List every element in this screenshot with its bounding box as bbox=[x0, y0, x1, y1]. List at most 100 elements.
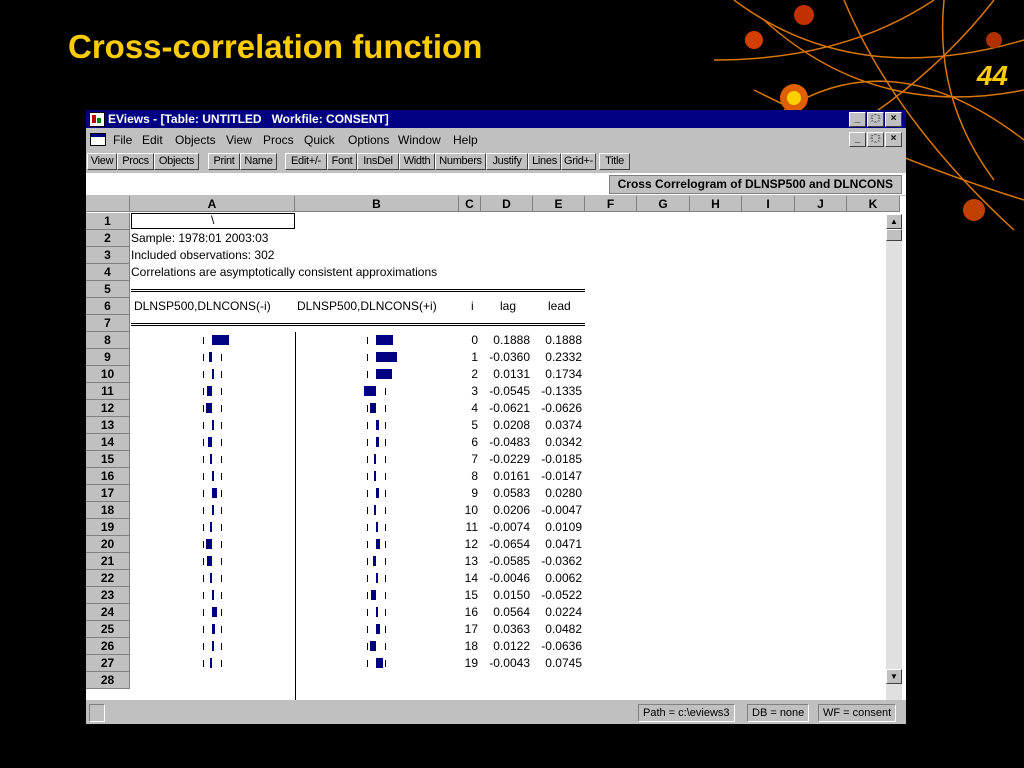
row-header[interactable]: 27 bbox=[86, 655, 130, 672]
vertical-scroll-thumb[interactable] bbox=[886, 229, 902, 241]
document-icon[interactable] bbox=[90, 133, 106, 146]
spreadsheet-grid[interactable]: A B C D E F G H I J K 1 2 3 4 5 6 7 8 9 10 11 12 13 1… bbox=[86, 196, 906, 700]
restore-button[interactable]: ҈ bbox=[867, 112, 884, 127]
doc-restore-button[interactable]: ҈ bbox=[867, 132, 884, 147]
confidence-bound-marker bbox=[203, 558, 204, 565]
column-header-i[interactable]: I bbox=[742, 196, 795, 212]
row-header[interactable]: 20 bbox=[86, 536, 130, 553]
row-header[interactable]: 18 bbox=[86, 502, 130, 519]
row-header[interactable]: 12 bbox=[86, 400, 130, 417]
row-header[interactable]: 7 bbox=[86, 315, 130, 332]
column-header-d[interactable]: D bbox=[481, 196, 533, 212]
toolbar-objects-button[interactable]: Objects bbox=[154, 153, 199, 170]
row-header[interactable]: 23 bbox=[86, 587, 130, 604]
menu-help[interactable]: Help bbox=[453, 133, 478, 147]
index-cell: 5 bbox=[471, 418, 478, 432]
header-rule-bottom-1 bbox=[131, 323, 585, 324]
confidence-bound-marker bbox=[203, 592, 204, 599]
menu-view[interactable]: View bbox=[226, 133, 252, 147]
menu-window[interactable]: Window bbox=[398, 133, 441, 147]
toolbar-width-button[interactable]: Width bbox=[399, 153, 435, 170]
toolbar-edit-button[interactable]: Edit+/- bbox=[285, 153, 327, 170]
confidence-bound-marker bbox=[367, 507, 368, 514]
lag-correlation-bar bbox=[206, 556, 212, 566]
confidence-bound-marker bbox=[385, 541, 386, 548]
row-header[interactable]: 1 bbox=[86, 213, 130, 230]
lag-value-cell: 0.0122 bbox=[493, 639, 530, 653]
lead-correlation-bar bbox=[376, 573, 378, 583]
lead-value-cell: 0.1888 bbox=[545, 333, 582, 347]
index-cell: 2 bbox=[471, 367, 478, 381]
toolbar-justify-button[interactable]: Justify bbox=[486, 153, 528, 170]
menu-file[interactable]: File bbox=[113, 133, 132, 147]
menu-edit[interactable]: Edit bbox=[142, 133, 163, 147]
row-header[interactable]: 6 bbox=[86, 298, 130, 315]
column-header-h[interactable]: H bbox=[690, 196, 742, 212]
menu-objects[interactable]: Objects bbox=[175, 133, 216, 147]
minimize-button[interactable]: _ bbox=[849, 112, 866, 127]
menu-options[interactable]: Options bbox=[348, 133, 389, 147]
index-cell: 8 bbox=[471, 469, 478, 483]
vertical-scrollbar[interactable]: ▲ ▼ bbox=[886, 214, 902, 700]
toolbar-grid-button[interactable]: Grid+- bbox=[561, 153, 596, 170]
row-header[interactable]: 17 bbox=[86, 485, 130, 502]
doc-minimize-button[interactable]: _ bbox=[849, 132, 866, 147]
column-header-c[interactable]: C bbox=[459, 196, 481, 212]
row-header[interactable]: 11 bbox=[86, 383, 130, 400]
row-header[interactable]: 4 bbox=[86, 264, 130, 281]
toolbar-title-button[interactable]: Title bbox=[599, 153, 630, 170]
toolbar-print-button[interactable]: Print bbox=[208, 153, 240, 170]
toolbar-procs-button[interactable]: Procs bbox=[117, 153, 154, 170]
toolbar-numbers-button[interactable]: Numbers bbox=[435, 153, 486, 170]
toolbar-font-button[interactable]: Font bbox=[327, 153, 357, 170]
menu-procs[interactable]: Procs bbox=[263, 133, 294, 147]
toolbar-view-button[interactable]: View bbox=[87, 153, 117, 170]
lead-value-cell: 0.0109 bbox=[545, 520, 582, 534]
row-header[interactable]: 26 bbox=[86, 638, 130, 655]
index-cell: 7 bbox=[471, 452, 478, 466]
column-header-k[interactable]: K bbox=[847, 196, 900, 212]
lag-value-cell: -0.0229 bbox=[489, 452, 530, 466]
row-header[interactable]: 21 bbox=[86, 553, 130, 570]
row-header[interactable]: 5 bbox=[86, 281, 130, 298]
row-header[interactable]: 14 bbox=[86, 434, 130, 451]
row-header[interactable]: 10 bbox=[86, 366, 130, 383]
table-info-bar: Cross Correlogram of DLNSP500 and DLNCON… bbox=[86, 173, 906, 195]
confidence-bound-marker bbox=[221, 507, 222, 514]
row-header[interactable]: 22 bbox=[86, 570, 130, 587]
column-header-f[interactable]: F bbox=[585, 196, 637, 212]
scroll-up-button[interactable]: ▲ bbox=[886, 214, 902, 229]
column-header-e[interactable]: E bbox=[533, 196, 585, 212]
scroll-down-button[interactable]: ▼ bbox=[886, 669, 902, 684]
toolbar-lines-button[interactable]: Lines bbox=[528, 153, 561, 170]
corner-header[interactable] bbox=[86, 196, 130, 212]
lead-correlation-bar bbox=[376, 624, 381, 634]
row-header[interactable]: 19 bbox=[86, 519, 130, 536]
confidence-bound-marker bbox=[203, 609, 204, 616]
confidence-bound-marker bbox=[203, 354, 204, 361]
confidence-bound-marker bbox=[385, 473, 386, 480]
row-header[interactable]: 25 bbox=[86, 621, 130, 638]
row-header[interactable]: 24 bbox=[86, 604, 130, 621]
menu-quick[interactable]: Quick bbox=[304, 133, 335, 147]
correlations-note: Correlations are asymptotically consiste… bbox=[131, 265, 438, 279]
row-header[interactable]: 2 bbox=[86, 230, 130, 247]
row-header[interactable]: 9 bbox=[86, 349, 130, 366]
close-button[interactable]: × bbox=[885, 112, 902, 127]
toolbar-insdel-button[interactable]: InsDel bbox=[357, 153, 399, 170]
lead-value-cell: 0.0224 bbox=[545, 605, 582, 619]
doc-close-button[interactable]: × bbox=[885, 132, 902, 147]
row-header[interactable]: 15 bbox=[86, 451, 130, 468]
menu-bar: File Edit Objects View Procs Quick Optio… bbox=[86, 130, 906, 150]
row-header[interactable]: 8 bbox=[86, 332, 130, 349]
column-header-j[interactable]: J bbox=[795, 196, 847, 212]
row-header[interactable]: 28 bbox=[86, 672, 130, 689]
row-header[interactable]: 13 bbox=[86, 417, 130, 434]
column-header-g[interactable]: G bbox=[637, 196, 690, 212]
row-header[interactable]: 3 bbox=[86, 247, 130, 264]
confidence-bound-marker bbox=[385, 422, 386, 429]
row-header[interactable]: 16 bbox=[86, 468, 130, 485]
toolbar-name-button[interactable]: Name bbox=[240, 153, 277, 170]
column-header-b[interactable]: B bbox=[295, 196, 459, 212]
column-header-a[interactable]: A bbox=[130, 196, 295, 212]
